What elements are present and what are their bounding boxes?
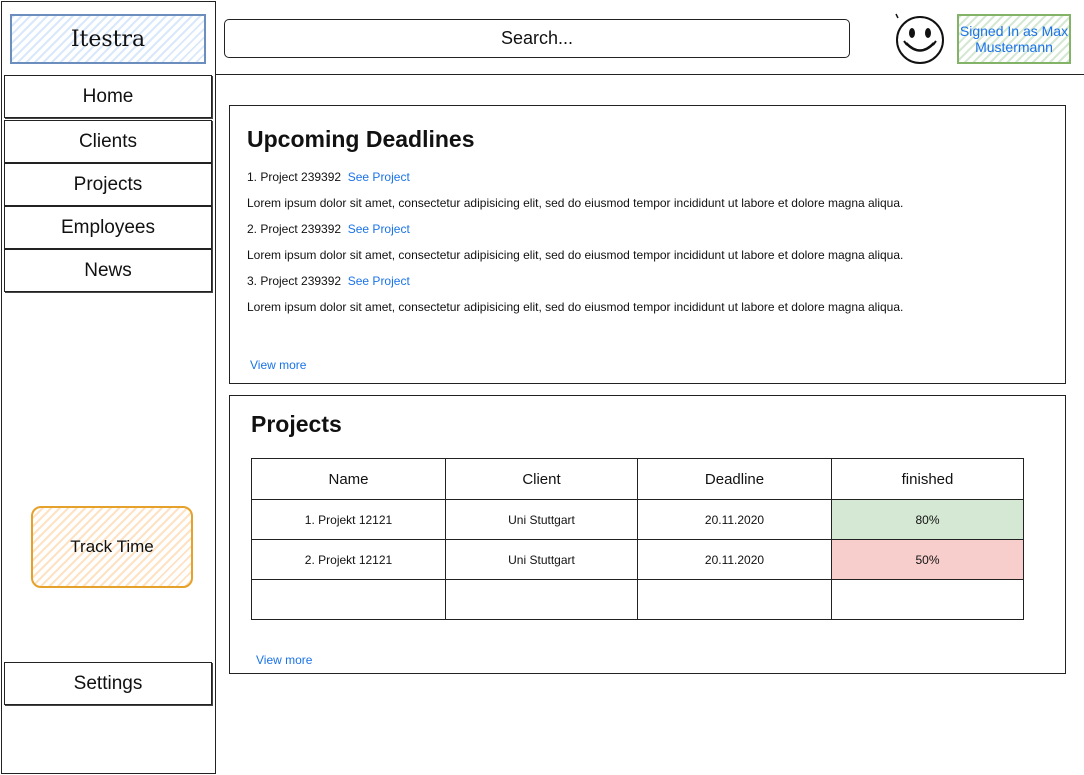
column-header-client[interactable]: Client [445, 458, 638, 500]
sidebar-item-label: Home [82, 85, 134, 107]
signed-in-text: Signed In as Max Mustermann [960, 23, 1068, 55]
avatar[interactable] [894, 12, 946, 66]
see-project-link[interactable]: See Project [348, 222, 410, 236]
track-time-button[interactable]: Track Time [31, 506, 193, 588]
sidebar-item-label: News [84, 259, 132, 281]
sidebar-item-employees[interactable]: Employees [4, 206, 212, 249]
deadline-item: 3. Project 239392 See Project [247, 274, 410, 288]
column-header-name[interactable]: Name [251, 458, 446, 500]
deadline-item: 2. Project 239392 See Project [247, 222, 410, 236]
cell-client [445, 579, 638, 620]
column-header-finished[interactable]: finished [831, 458, 1024, 500]
cell-deadline: 20.11.2020 [637, 499, 832, 540]
deadlines-view-more-link[interactable]: View more [250, 358, 306, 372]
projects-table: Name Client Deadline finished 1. Projekt… [251, 458, 1024, 620]
deadline-project-label: 1. Project 239392 [247, 170, 342, 184]
see-project-link[interactable]: See Project [348, 170, 410, 184]
table-row[interactable]: 2. Projekt 12121 Uni Stuttgart 20.11.202… [251, 539, 1024, 580]
settings-button[interactable]: Settings [4, 662, 212, 705]
search-placeholder: Search... [500, 28, 574, 48]
table-row[interactable]: 1. Projekt 12121 Uni Stuttgart 20.11.202… [251, 499, 1024, 540]
track-time-label: Track Time [70, 537, 154, 556]
cell-client: Uni Stuttgart [445, 539, 638, 580]
header-divider [216, 74, 1084, 75]
sidebar-item-label: Employees [61, 216, 155, 238]
cell-finished [831, 579, 1024, 620]
signed-in-badge[interactable]: Signed In as Max Mustermann [957, 14, 1071, 64]
cell-name [251, 579, 446, 620]
column-header-deadline[interactable]: Deadline [637, 458, 832, 500]
cell-finished: 80% [831, 499, 1024, 540]
deadline-description: Lorem ipsum dolor sit amet, consectetur … [247, 196, 904, 210]
deadline-project-label: 3. Project 239392 [247, 274, 342, 288]
cell-name: 1. Projekt 12121 [251, 499, 446, 540]
settings-label: Settings [73, 672, 143, 694]
deadline-project-label: 2. Project 239392 [247, 222, 342, 236]
projects-view-more-link[interactable]: View more [256, 653, 312, 667]
cell-finished: 50% [831, 539, 1024, 580]
deadline-description: Lorem ipsum dolor sit amet, consectetur … [247, 248, 904, 262]
table-header-row: Name Client Deadline finished [251, 458, 1024, 500]
signed-in-line2: Mustermann [975, 39, 1053, 55]
sidebar-item-label: Clients [78, 130, 138, 152]
sidebar-item-home[interactable]: Home [4, 75, 212, 118]
cell-deadline [637, 579, 832, 620]
sidebar-item-projects[interactable]: Projects [4, 163, 212, 206]
cell-name: 2. Projekt 12121 [251, 539, 446, 580]
smiley-icon [895, 13, 944, 64]
cell-client: Uni Stuttgart [445, 499, 638, 540]
app-logo[interactable]: Itestra [10, 14, 206, 64]
app-logo-text: Itestra [70, 26, 146, 52]
sidebar-item-news[interactable]: News [4, 249, 212, 292]
signed-in-line1: Signed In as Max [959, 23, 1069, 39]
deadlines-title: Upcoming Deadlines [247, 126, 475, 152]
deadline-description: Lorem ipsum dolor sit amet, consectetur … [247, 300, 904, 314]
cell-deadline: 20.11.2020 [637, 539, 832, 580]
see-project-link[interactable]: See Project [348, 274, 410, 288]
projects-title: Projects [251, 411, 342, 437]
deadline-item: 1. Project 239392 See Project [247, 170, 410, 184]
sidebar-item-clients[interactable]: Clients [4, 120, 212, 163]
table-row[interactable] [251, 579, 1024, 620]
search-input[interactable]: Search... [224, 19, 850, 58]
sidebar-item-label: Projects [73, 173, 143, 195]
